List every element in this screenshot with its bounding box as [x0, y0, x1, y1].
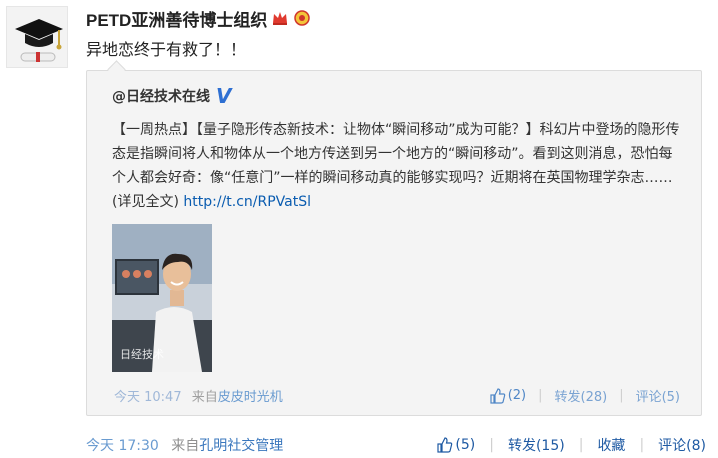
thumb-up-icon — [490, 387, 505, 404]
quoted-source[interactable]: 皮皮时光机 — [218, 390, 283, 405]
separator: | — [489, 437, 494, 453]
quoted-text: 【一周热点】【量子隐形传态新技术：让物体“瞬间移动”成为可能？】科幻片中登场的隐… — [112, 118, 682, 214]
quoted-image[interactable]: 日经技术 — [112, 224, 212, 372]
ribbon-icon[interactable] — [293, 9, 311, 27]
quoted-comment-button[interactable]: 评论(5) — [636, 386, 680, 405]
full-text-link[interactable]: http://t.cn/RPVatSl — [183, 194, 311, 210]
comment-button[interactable]: 评论(8) — [658, 435, 706, 455]
thumb-up-icon — [437, 437, 453, 453]
post-text: 异地恋终于有救了！！ — [86, 40, 247, 59]
post-header: PETD亚洲善待博士组织 — [86, 6, 311, 30]
quoted-meta: 今天 10:47 来自皮皮时光机 — [114, 386, 283, 405]
quoted-repost-button[interactable]: 转发(28) — [555, 386, 608, 405]
repost-button[interactable]: 转发(15) — [508, 435, 565, 455]
post-meta: 今天 17:30 来自孔明社交管理 — [86, 435, 283, 455]
quoted-like-count: (2) — [507, 388, 527, 403]
separator: | — [619, 388, 624, 403]
quoted-time[interactable]: 今天 10:47 — [114, 390, 182, 405]
post-actions: (5) | 转发(15) | 收藏 | 评论(8) — [437, 435, 706, 455]
graduation-cap-icon — [7, 7, 67, 67]
author-name[interactable]: PETD亚洲善待博士组织 — [86, 6, 267, 31]
favorite-button[interactable]: 收藏 — [597, 435, 625, 455]
quoted-author[interactable]: @日经技术在线 — [112, 86, 210, 106]
like-count: (5) — [455, 437, 476, 453]
image-watermark: 日经技术 — [120, 348, 164, 361]
quoted-actions: (2) | 转发(28) | 评论(5) — [490, 386, 680, 405]
post-time[interactable]: 今天 17:30 — [86, 438, 159, 454]
quoted-source-prefix: 来自 — [191, 390, 218, 405]
crown-icon[interactable] — [271, 9, 289, 27]
v-verified-icon[interactable]: V — [216, 86, 231, 106]
separator: | — [639, 437, 645, 453]
post-source[interactable]: 孔明社交管理 — [199, 438, 283, 454]
avatar[interactable] — [6, 6, 68, 68]
like-button[interactable]: (5) — [437, 437, 475, 453]
quoted-header: @日经技术在线 V — [112, 86, 231, 106]
quoted-like-button[interactable]: (2) — [490, 387, 527, 404]
separator: | — [538, 388, 543, 403]
post-source-prefix: 来自 — [171, 438, 200, 454]
separator: | — [578, 437, 584, 453]
